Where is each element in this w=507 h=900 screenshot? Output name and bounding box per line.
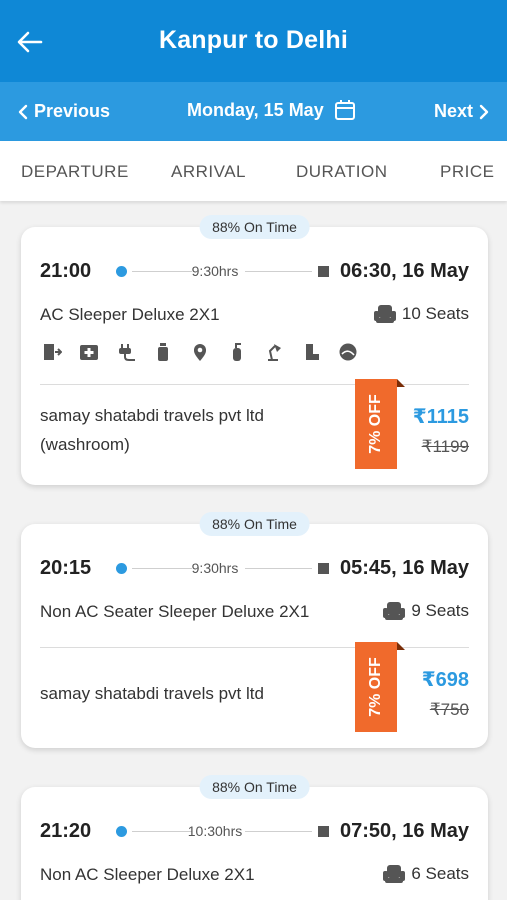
timing-row: 20:15 9:30hrs 05:45, 16 May <box>40 557 469 581</box>
discount-ribbon: 7% OFF <box>355 642 405 732</box>
journey-duration: 10:30hrs <box>187 823 243 839</box>
bus-card[interactable]: 88% On Time 21:20 10:30hrs 07:50, 16 May… <box>21 775 488 900</box>
arrival-square-icon <box>318 563 329 574</box>
date-navigation-bar: Previous Monday, 15 May Next <box>0 82 507 141</box>
departure-time: 20:15 <box>40 557 92 579</box>
arrival-square-icon <box>318 826 329 837</box>
seats-count: 6 Seats <box>411 864 469 883</box>
sort-duration[interactable]: DURATION <box>296 162 388 182</box>
pillow-icon <box>301 342 321 362</box>
page-title: Kanpur to Delhi <box>158 26 349 54</box>
previous-label: Previous <box>34 101 111 121</box>
timing-row: 21:00 9:30hrs 06:30, 16 May <box>40 260 469 284</box>
operator-line: samay shatabdi travels pvt ltd <box>40 406 264 425</box>
arrival-time: 07:50, 16 May <box>340 820 469 842</box>
timeline-line <box>245 271 312 272</box>
next-label: Next <box>433 101 473 121</box>
discount-label: 7% OFF <box>367 394 384 454</box>
departure-dot-icon <box>116 826 127 837</box>
current-price: ₹1115 <box>412 406 469 428</box>
seats-available: 10 Seats <box>373 303 469 325</box>
bus-card[interactable]: 88% On Time 21:00 9:30hrs 06:30, 16 May … <box>21 215 488 485</box>
departure-time: 21:20 <box>40 820 92 842</box>
date-picker[interactable]: Monday, 15 May <box>187 99 356 121</box>
on-time-badge: 88% On Time <box>199 512 310 536</box>
seat-icon <box>373 305 396 323</box>
seats-available: 6 Seats <box>382 863 469 885</box>
seat-icon <box>383 865 406 883</box>
departure-dot-icon <box>116 266 127 277</box>
discount-ribbon: 7% OFF <box>355 379 405 469</box>
calendar-icon <box>334 100 355 120</box>
reading-lamp-icon <box>264 342 284 362</box>
journey-duration: 9:30hrs <box>191 263 239 279</box>
bus-type: AC Sleeper Deluxe 2X1 <box>40 305 220 324</box>
bus-type: Non AC Seater Sleeper Deluxe 2X1 <box>40 602 310 621</box>
next-day-button[interactable]: Next <box>434 101 489 122</box>
departure-dot-icon <box>116 563 127 574</box>
timeline-line <box>245 831 312 832</box>
sort-departure[interactable]: DEPARTURE <box>21 162 129 182</box>
on-time-badge: 88% On Time <box>199 775 310 799</box>
door-exit-icon <box>42 342 62 362</box>
water-bottle-icon <box>153 342 173 362</box>
seats-available: 9 Seats <box>382 600 469 622</box>
sort-arrival[interactable]: ARRIVAL <box>171 162 246 182</box>
ribbon-fold <box>397 379 405 387</box>
charging-plug-icon <box>116 342 136 362</box>
timeline-line <box>245 568 312 569</box>
departure-time: 21:00 <box>40 260 92 282</box>
discount-label: 7% OFF <box>367 657 384 717</box>
timing-row: 21:20 10:30hrs 07:50, 16 May <box>40 820 469 844</box>
timeline-line <box>132 568 192 569</box>
ribbon-fold <box>397 642 405 650</box>
bus-type: Non AC Sleeper Deluxe 2X1 <box>40 865 255 884</box>
bus-card[interactable]: 88% On Time 20:15 9:30hrs 05:45, 16 May … <box>21 512 488 748</box>
original-price: ₹750 <box>429 700 469 719</box>
operator-note: (washroom) <box>40 435 130 454</box>
on-time-badge: 88% On Time <box>199 215 310 239</box>
seats-count: 9 Seats <box>411 601 469 620</box>
selected-date: Monday, 15 May <box>187 99 324 120</box>
fire-extinguisher-icon <box>227 342 247 362</box>
operator-name: samay shatabdi travels pvt ltd <box>40 684 264 703</box>
chevron-right-icon <box>479 104 489 119</box>
sort-price[interactable]: PRICE <box>440 162 494 182</box>
arrival-time: 05:45, 16 May <box>340 557 469 579</box>
amenities-row <box>42 342 358 362</box>
location-pin-icon <box>190 342 210 362</box>
previous-day-button[interactable]: Previous <box>18 101 110 122</box>
original-price: ₹1199 <box>421 437 469 456</box>
sort-bar: DEPARTURE ARRIVAL DURATION PRICE <box>0 141 507 201</box>
chevron-left-icon <box>18 104 28 119</box>
arrival-square-icon <box>318 266 329 277</box>
arrival-time: 06:30, 16 May <box>340 260 469 282</box>
blanket-icon <box>338 342 358 362</box>
seat-icon <box>383 602 406 620</box>
first-aid-icon <box>79 342 99 362</box>
operator-name: samay shatabdi travels pvt ltd (washroom… <box>40 401 264 459</box>
app-header: Kanpur to Delhi <box>0 0 507 82</box>
journey-duration: 9:30hrs <box>191 560 239 576</box>
timeline-line <box>132 271 192 272</box>
seats-count: 10 Seats <box>401 304 469 323</box>
current-price: ₹698 <box>421 669 469 691</box>
